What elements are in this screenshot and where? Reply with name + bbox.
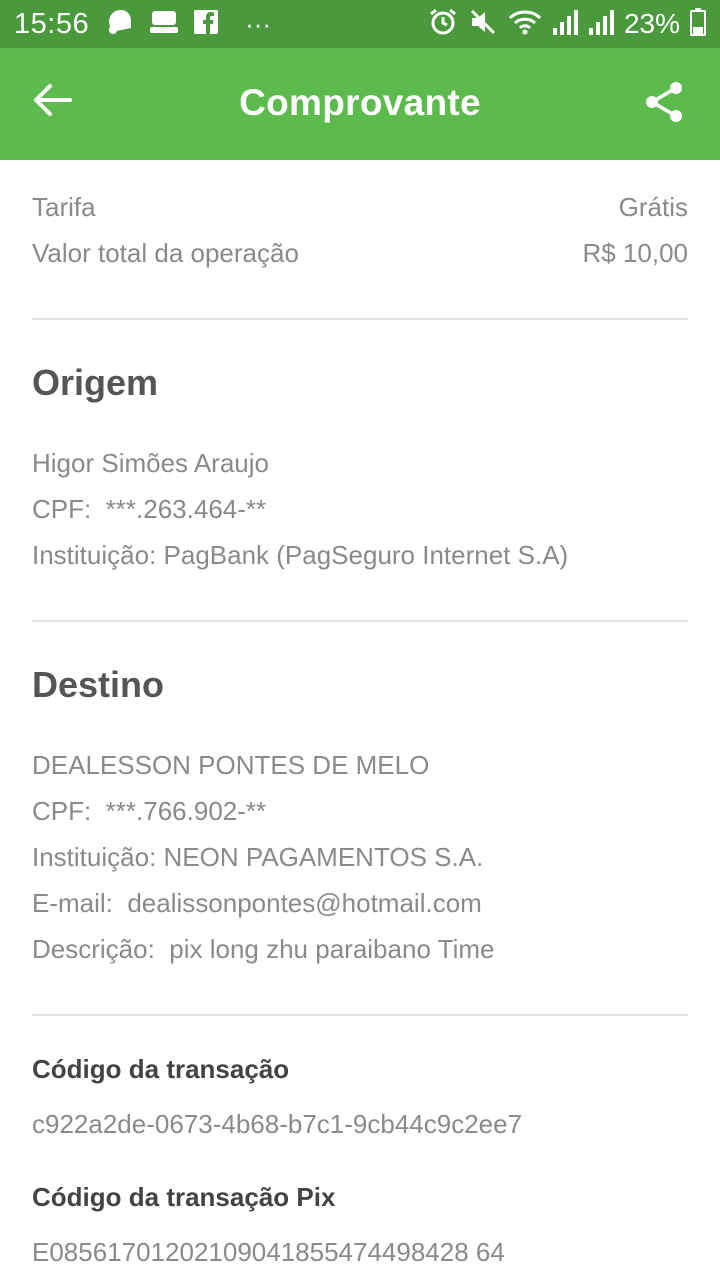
total-row: Valor total da operação R$ 10,00	[32, 230, 688, 276]
notification-icon	[105, 8, 135, 41]
page-title: Comprovante	[239, 82, 481, 123]
share-icon	[646, 82, 682, 122]
wifi-icon	[508, 7, 542, 42]
battery-icon	[690, 7, 706, 41]
destino-instituicao: Instituição: NEON PAGAMENTOS S.A.	[32, 842, 484, 872]
codigo-pix-label: Código da transação Pix	[32, 1182, 336, 1212]
origem-name: Higor Simões Araujo	[32, 448, 269, 478]
status-bar: 15:56 ··· 23%	[0, 0, 720, 48]
mute-icon	[468, 7, 498, 42]
destino-email: E-mail: dealissonpontes@hotmail.com	[32, 888, 482, 918]
signal-icon	[588, 8, 614, 41]
facebook-icon	[193, 9, 219, 40]
total-value: R$ 10,00	[582, 238, 688, 268]
origem-title: Origem	[32, 362, 159, 403]
tarifa-label: Tarifa	[32, 192, 96, 222]
tarifa-row: Tarifa Grátis	[32, 184, 688, 230]
codigo-transacao-value: c922a2de-0673-4b68-b7c1-9cb44c9c2ee7	[32, 1109, 523, 1139]
destino-cpf: CPF: ***.766.902-**	[32, 796, 267, 826]
tarifa-value: Grátis	[618, 192, 688, 222]
app-icon	[149, 9, 179, 40]
destino-descricao: Descrição: pix long zhu paraibano Time	[32, 934, 495, 964]
destino-title: Destino	[32, 664, 165, 705]
status-time: 15:56	[14, 7, 90, 40]
signal-icon	[552, 8, 578, 41]
origem-instituicao: Instituição: PagBank (PagSeguro Internet…	[32, 540, 569, 570]
codigo-pix-value: E08561701202109041855474498428 64	[32, 1237, 505, 1267]
destino-name: DEALESSON PONTES DE MELO	[32, 750, 430, 780]
alarm-icon	[428, 7, 458, 42]
status-left-icons: ···	[105, 8, 271, 41]
receipt-content: Tarifa Grátis Valor total da operação R$…	[32, 160, 688, 1268]
origem-cpf: CPF: ***.263.464-**	[32, 494, 267, 524]
app-bar: Comprovante	[0, 48, 720, 160]
battery-percent: 23%	[623, 8, 680, 39]
codigo-transacao-label: Código da transação	[32, 1054, 290, 1084]
status-right-icons: 23%	[428, 7, 706, 42]
share-button[interactable]	[640, 78, 688, 126]
more-dots-icon: ···	[245, 8, 272, 39]
total-label: Valor total da operação	[32, 238, 299, 268]
